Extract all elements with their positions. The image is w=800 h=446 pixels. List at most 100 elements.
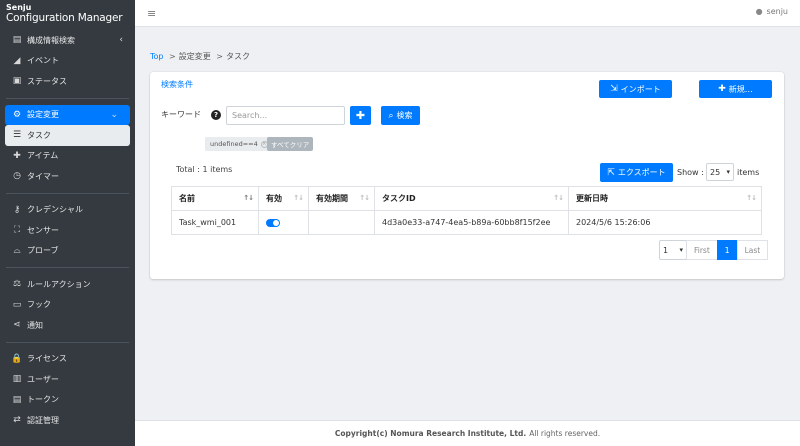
hamburger-menu-icon[interactable]: ≡: [147, 7, 156, 20]
sort-icon[interactable]: ↑↓: [359, 194, 370, 202]
search-button[interactable]: ⌕ 検索: [381, 106, 420, 125]
sidebar-item-token[interactable]: ▤ トークン: [0, 390, 135, 411]
export-button[interactable]: ⇱ エクスポート: [600, 163, 673, 182]
sidebar-item-puzzle[interactable]: ✚ アイテム: [0, 146, 135, 167]
pager-first[interactable]: First: [686, 240, 718, 260]
brand-line2: Configuration Manager: [6, 12, 123, 24]
sidebar-item-key[interactable]: ⚷ クレデンシャル: [0, 200, 135, 221]
sidebar-item-exchange[interactable]: ⇄ 認証管理: [0, 410, 135, 431]
breadcrumb-top-link[interactable]: Top: [150, 52, 164, 61]
event-icon: ◢: [13, 55, 21, 66]
chevron-down-icon: ▾: [679, 246, 683, 254]
table-row[interactable]: Task_wmi_001 4d3a0e33-a747-4ea5-b89a-60b…: [171, 210, 762, 235]
sidebar-item-clock[interactable]: ◷ タイマー: [0, 166, 135, 187]
sidebar-item-label: プローブ: [27, 246, 59, 256]
pagination: First 1 Last: [686, 240, 769, 260]
search-conditions-title[interactable]: 検索条件: [161, 79, 193, 90]
plus-icon: ✚: [718, 84, 726, 94]
filter-tag-label: undefined==4: [210, 140, 258, 148]
cell-enabled: [258, 210, 309, 235]
sidebar-nav: ▤ 構成情報検索 ‹ ◢ イベント ▣ ステータス ⚙ 設定変更 ⌄ ☰ タスク ✚ アイテム ◷ タイマー ⚷…: [0, 30, 135, 431]
token-icon: ▤: [12, 394, 22, 405]
search-button-label: 検索: [396, 111, 413, 120]
task-card: 検索条件 ⇲ インポート ✚ 新規… キーワード ? ✚ ⌕ 検索 undefi…: [150, 72, 784, 279]
help-icon[interactable]: ?: [211, 110, 221, 120]
add-condition-button[interactable]: ✚: [350, 106, 371, 125]
sidebar-item-label: 認証管理: [27, 415, 59, 425]
chevron-icon[interactable]: ⌄: [110, 110, 118, 120]
col-name-label: 名前: [179, 194, 195, 203]
page-size-select[interactable]: 25 ▾: [706, 163, 734, 181]
sort-icon[interactable]: ↑↓: [293, 194, 304, 202]
col-enabled-header[interactable]: 有効 ↑↓: [258, 186, 309, 211]
pager-select-value: 1: [663, 245, 669, 255]
filter-tag[interactable]: undefined==4 ×: [205, 137, 273, 151]
sidebar-item-label: センサー: [27, 225, 59, 235]
plus-icon: ✚: [355, 109, 366, 122]
sidebar-item-cmdb[interactable]: ▤ 構成情報検索 ‹: [0, 30, 135, 51]
file-import-icon: ⇲: [610, 84, 618, 94]
chevron-icon[interactable]: ‹: [119, 35, 123, 45]
nav-divider: [6, 97, 129, 99]
col-name-header[interactable]: 名前 ↑↓: [171, 186, 259, 211]
page-size-value: 25: [710, 167, 721, 177]
chevron-down-icon: ▾: [726, 168, 730, 176]
sort-icon[interactable]: ↑↓: [553, 194, 564, 202]
cell-updated: 2024/5/6 15:26:06: [568, 210, 762, 235]
sidebar-item-sensor[interactable]: ⛶ センサー: [0, 220, 135, 241]
sidebar-item-label: 構成情報検索: [27, 35, 75, 45]
pager-last[interactable]: Last: [736, 240, 769, 260]
puzzle-icon: ✚: [13, 150, 21, 161]
sidebar-item-rule[interactable]: ⚖ ルールアクション: [0, 274, 135, 295]
share-icon: ⋖: [13, 320, 21, 331]
sidebar-item-probe[interactable]: ⌓ プローブ: [0, 241, 135, 262]
nav-divider: [6, 192, 129, 194]
export-label: エクスポート: [617, 168, 666, 177]
sidebar-item-terminal[interactable]: ▭ フック: [0, 295, 135, 316]
new-label: 新規…: [728, 84, 753, 94]
sidebar-item-label: クレデンシャル: [27, 205, 83, 215]
sidebar-item-label: ルールアクション: [27, 279, 91, 289]
cell-name[interactable]: Task_wmi_001: [171, 210, 259, 235]
sidebar-item-user-book[interactable]: ▥ ユーザー: [0, 369, 135, 390]
sidebar-item-task[interactable]: ☰ タスク: [5, 125, 130, 146]
sidebar-item-label: イベント: [27, 56, 59, 66]
rule-icon: ⚖: [12, 279, 22, 290]
breadcrumb-level1: 設定変更: [178, 52, 211, 61]
clear-all-button[interactable]: すべてクリア: [267, 137, 314, 151]
pager-select[interactable]: 1 ▾: [659, 240, 687, 260]
nav-divider: [6, 267, 129, 268]
sidebar-item-label: ステータス: [27, 76, 67, 86]
rights-text: All rights reserved.: [529, 429, 601, 438]
sort-asc-icon[interactable]: ↑↓: [243, 194, 254, 202]
col-updated-label: 更新日時: [576, 194, 608, 203]
sidebar-item-lock[interactable]: 🔒 ライセンス: [0, 349, 135, 370]
search-input[interactable]: [226, 106, 345, 125]
user-icon: ●: [755, 7, 763, 16]
user-menu[interactable]: ● senju: [756, 7, 788, 16]
keyword-label: キーワード: [161, 110, 201, 119]
cell-task-id: 4d3a0e33-a747-4ea5-b89a-60bb8f15f2ee: [374, 210, 569, 235]
total-count: Total : 1 items: [176, 165, 233, 174]
sort-icon[interactable]: ↑↓: [746, 194, 757, 202]
import-button[interactable]: ⇲ インポート: [599, 80, 672, 98]
nav-divider: [6, 341, 129, 343]
col-taskid-header[interactable]: タスクID ↑↓: [374, 186, 569, 211]
sidebar-item-label: ユーザー: [27, 374, 59, 384]
terminal-icon: ▭: [12, 299, 22, 310]
probe-icon: ⌓: [13, 245, 21, 256]
col-period-header[interactable]: 有効期間 ↑↓: [308, 186, 375, 211]
brand-logo[interactable]: Senju Configuration Manager: [0, 0, 135, 28]
sensor-icon: ⛶: [13, 225, 21, 236]
sidebar-item-event[interactable]: ◢ イベント: [0, 51, 135, 72]
user-name: senju: [766, 7, 788, 16]
sidebar-item-status[interactable]: ▣ ステータス: [0, 71, 135, 92]
search-icon: ⌕: [388, 110, 394, 121]
enabled-toggle[interactable]: [266, 218, 280, 227]
lock-icon: 🔒: [11, 353, 23, 364]
pager-page-1[interactable]: 1: [716, 240, 738, 260]
sidebar-item-settings-change[interactable]: ⚙ 設定変更 ⌄: [5, 104, 130, 125]
new-button[interactable]: ✚ 新規…: [699, 80, 772, 98]
col-updated-header[interactable]: 更新日時 ↑↓: [568, 186, 762, 211]
sidebar-item-share[interactable]: ⋖ 通知: [0, 315, 135, 336]
